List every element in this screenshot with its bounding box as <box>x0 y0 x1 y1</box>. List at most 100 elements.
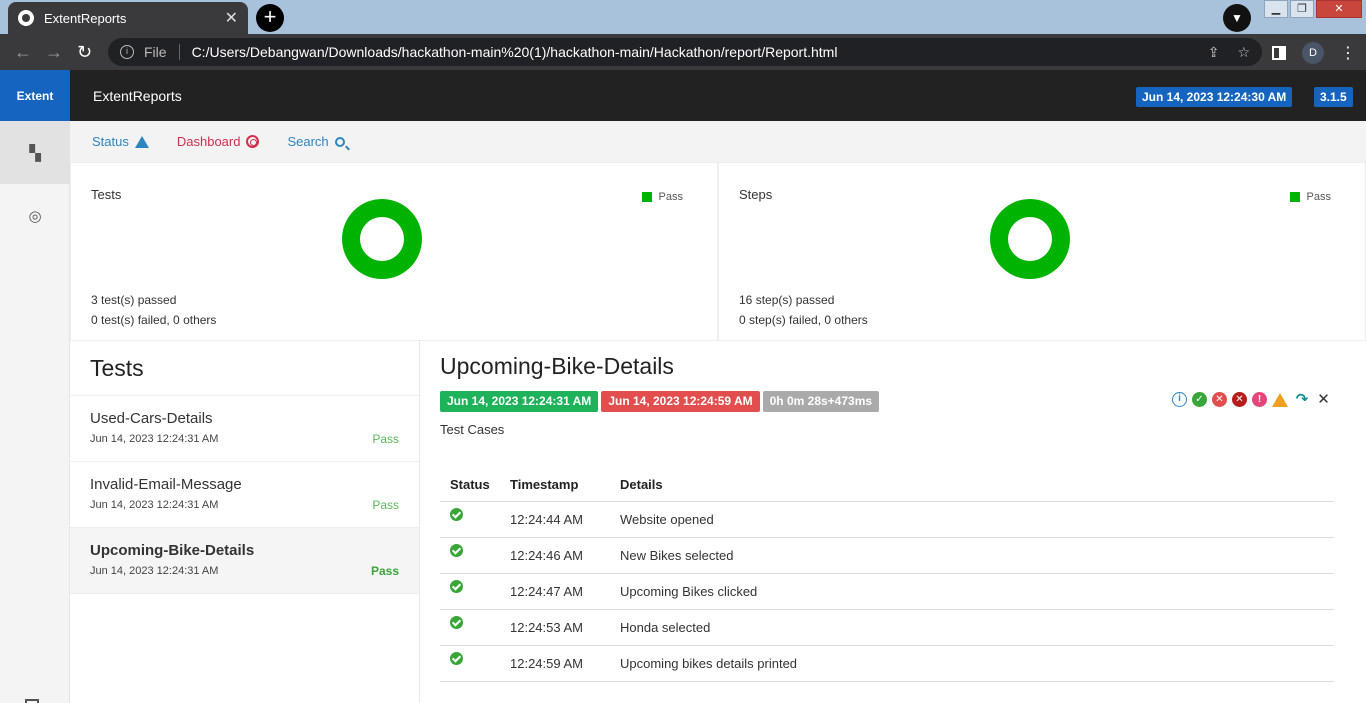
back-icon[interactable]: ← <box>14 42 32 63</box>
share-icon[interactable]: ⇪ <box>1208 44 1220 61</box>
steps-passed-line: 16 step(s) passed <box>739 293 834 307</box>
tab-search-icon[interactable]: ▼ <box>1223 4 1251 32</box>
skip-filter-icon[interactable]: ↷ <box>1293 392 1311 407</box>
timestamp-cell: 12:24:47 AM <box>500 573 610 610</box>
pass-check-icon <box>450 580 463 593</box>
restore-button[interactable]: ❐ <box>1290 0 1314 18</box>
test-time: Jun 14, 2023 12:24:31 AM <box>90 565 219 577</box>
tests-others-text: others <box>179 313 217 327</box>
details-cell: Upcoming Bikes clicked <box>610 573 1334 610</box>
menu-dots-icon[interactable]: ⋮ <box>1340 43 1356 63</box>
report-date-badge: Jun 14, 2023 12:24:30 AM <box>1136 87 1293 107</box>
test-time-chips: Jun 14, 2023 12:24:31 AM Jun 14, 2023 12… <box>440 391 880 412</box>
test-item[interactable]: Invalid-Email-Message Jun 14, 2023 12:24… <box>70 462 419 528</box>
test-detail-panel: Upcoming-Bike-Details Jun 14, 2023 12:24… <box>420 341 1366 703</box>
table-row: 12:24:44 AM Website opened <box>440 501 1334 538</box>
browser-titlebar: ExtentReports ✕ + ▼ ▁ ❐ ✕ <box>0 0 1366 34</box>
details-cell: Upcoming bikes details printed <box>610 645 1334 682</box>
status-cell <box>440 501 500 538</box>
target-icon <box>246 135 260 148</box>
dashboard-view-icon[interactable]: ◎ <box>0 184 70 247</box>
steps-card-title: Steps <box>739 187 773 202</box>
clear-filter-icon[interactable]: ✕ <box>1316 392 1331 407</box>
reload-icon[interactable]: ↻ <box>77 42 92 63</box>
test-item[interactable]: Used-Cars-Details Jun 14, 2023 12:24:31 … <box>70 396 419 462</box>
url-text[interactable]: C:/Users/Debangwan/Downloads/hackathon-m… <box>192 44 838 60</box>
tests-passed-count: 3 <box>91 293 98 307</box>
warning-filter-icon[interactable] <box>1272 392 1288 407</box>
table-row: 12:24:46 AM New Bikes selected <box>440 537 1334 574</box>
pass-check-icon <box>450 508 463 521</box>
report-header: ExtentReports Jun 14, 2023 12:24:30 AM 3… <box>70 70 1366 121</box>
tab-title: ExtentReports <box>44 10 127 26</box>
pass-check-icon <box>450 544 463 557</box>
test-detail-title: Upcoming-Bike-Details <box>440 353 674 379</box>
tests-donut-chart[interactable] <box>342 199 422 279</box>
duration-badge: 0h 0m 28s+473ms <box>762 391 880 412</box>
pass-filter-icon[interactable]: ✓ <box>1192 392 1207 407</box>
minimize-button[interactable]: ▁ <box>1264 0 1288 18</box>
timestamp-cell: 12:24:46 AM <box>500 537 610 574</box>
status-filter-link[interactable]: Status <box>92 134 149 149</box>
dashboard-link[interactable]: Dashboard <box>177 134 260 149</box>
test-time: Jun 14, 2023 12:24:31 AM <box>90 499 219 511</box>
pass-swatch <box>641 192 652 202</box>
tests-legend[interactable]: Pass <box>641 191 683 203</box>
search-icon <box>334 136 345 147</box>
error-filter-icon[interactable]: ! <box>1252 392 1267 407</box>
timestamp-cell: 12:24:44 AM <box>500 501 610 538</box>
tests-card-title: Tests <box>91 187 122 202</box>
sub-nav: Status Dashboard Search <box>70 121 1366 162</box>
tests-failed-line: 0 test(s) failed, 0 others <box>91 313 216 327</box>
side-nav: ▚ ◎ <box>0 121 70 703</box>
dashboard-link-label: Dashboard <box>176 134 241 149</box>
info-icon[interactable]: i <box>120 45 134 59</box>
close-window-button[interactable]: ✕ <box>1316 0 1362 18</box>
fail-filter-icon[interactable]: ✕ <box>1212 392 1227 407</box>
browser-tab[interactable]: ExtentReports ✕ <box>8 2 248 34</box>
info-filter-icon[interactable]: i <box>1172 392 1187 407</box>
timestamp-cell: 12:24:59 AM <box>500 645 610 682</box>
address-bar[interactable]: i File C:/Users/Debangwan/Downloads/hack… <box>108 38 1262 66</box>
tests-passed-text: test(s) passed <box>97 293 177 307</box>
report-name: ExtentReports <box>93 88 182 104</box>
steps-failed-count: 0 <box>739 313 746 327</box>
column-header: Status <box>440 473 500 502</box>
toolbar-right: D ⋮ <box>1272 42 1356 64</box>
bookmark-star-icon[interactable]: ☆ <box>1237 44 1250 61</box>
test-name: Invalid-Email-Message <box>90 476 242 493</box>
tests-list-heading: Tests <box>70 341 419 396</box>
test-name: Used-Cars-Details <box>90 410 213 427</box>
steps-failed-line: 0 step(s) failed, 0 others <box>739 313 868 327</box>
column-header: Details <box>610 473 1334 502</box>
new-tab-button[interactable]: + <box>256 4 284 32</box>
tests-others-count: 0 <box>173 313 180 327</box>
steps-legend[interactable]: Pass <box>1289 191 1331 203</box>
end-time-badge: Jun 14, 2023 12:24:59 AM <box>601 391 760 412</box>
steps-donut-chart[interactable] <box>990 199 1070 279</box>
status-cell <box>440 573 500 610</box>
category-label: Test Cases <box>440 422 505 437</box>
steps-table-header: Status Timestamp Details <box>440 473 1334 502</box>
details-cell: Website opened <box>610 501 1334 538</box>
status-cell <box>440 609 500 646</box>
side-panel-icon[interactable] <box>1272 46 1286 60</box>
search-link[interactable]: Search <box>287 134 345 149</box>
protocol-label: File <box>144 44 167 60</box>
profile-avatar[interactable]: D <box>1302 42 1324 64</box>
fatal-filter-icon[interactable]: ✕ <box>1232 392 1247 407</box>
test-item-selected[interactable]: Upcoming-Bike-Details Jun 14, 2023 12:24… <box>70 528 419 594</box>
tests-passed-line: 3 test(s) passed <box>91 293 176 307</box>
pass-swatch <box>1289 192 1300 202</box>
steps-passed-text: step(s) passed <box>752 293 835 307</box>
tab-close-icon[interactable]: ✕ <box>225 8 238 28</box>
test-status: Pass <box>370 564 399 578</box>
status-cell <box>440 537 500 574</box>
test-status: Pass <box>372 432 399 446</box>
brand-logo[interactable]: Extent <box>0 70 70 121</box>
test-view-icon[interactable]: ▚ <box>0 121 70 184</box>
tests-failed-count: 0 <box>91 313 98 327</box>
test-status: Pass <box>372 498 399 512</box>
forward-icon[interactable]: → <box>45 42 63 63</box>
bottom-nav-icon[interactable] <box>25 699 39 703</box>
